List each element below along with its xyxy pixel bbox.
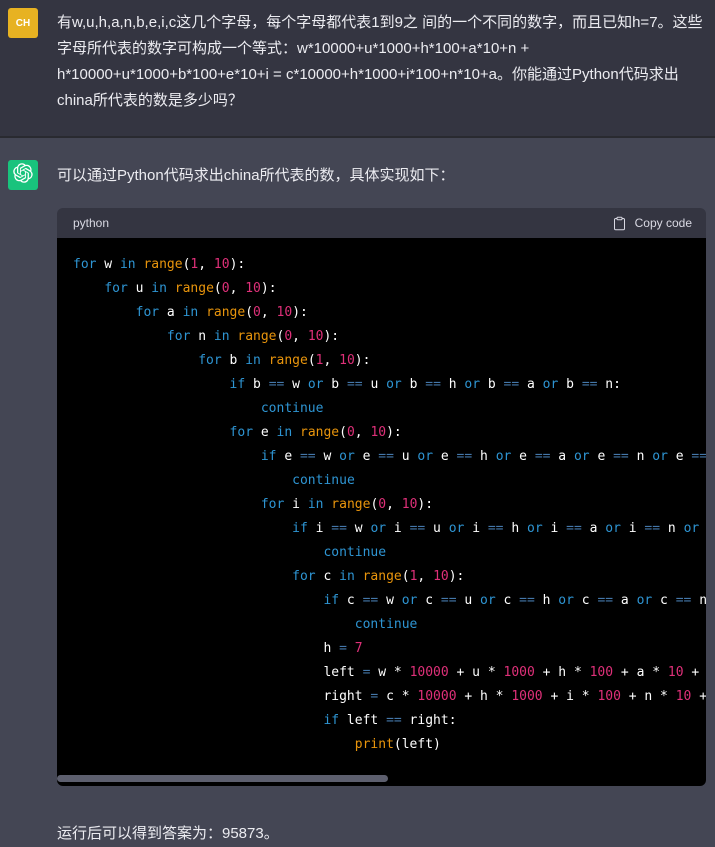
code-line: if c == w or c == u or c == h or c == a …	[323, 593, 706, 608]
code-line: continue	[323, 545, 387, 560]
assistant-outro-text: 运行后可以得到答案为：95873。	[57, 825, 279, 842]
user-avatar-initials: CH	[15, 17, 31, 29]
code-line: for u in range(0, 10):	[104, 281, 277, 296]
user-message-row: CH 有w,u,h,a,n,b,e,i,c这几个字母，每个字母都代表1到9之 间…	[0, 0, 715, 138]
user-message-text: 有w,u,h,a,n,b,e,i,c这几个字母，每个字母都代表1到9之 间的一个…	[57, 14, 703, 109]
code-line: for e in range(0, 10):	[229, 425, 402, 440]
user-avatar: CH	[8, 8, 38, 38]
openai-logo-icon	[13, 163, 33, 187]
code-line: h = 7	[323, 641, 363, 656]
code-line: for i in range(0, 10):	[260, 497, 434, 512]
code-line: continue	[354, 617, 418, 632]
code-block: python Copy code for w in range(1, 10): …	[57, 208, 706, 786]
code-lines: for w in range(1, 10): for u in range(0,…	[73, 253, 706, 757]
horizontal-scrollbar-thumb[interactable]	[57, 775, 388, 782]
clipboard-icon	[612, 216, 627, 231]
assistant-intro-text: 可以通过Python代码求出china所代表的数，具体实现如下：	[57, 167, 455, 184]
code-block-header: python Copy code	[57, 208, 706, 238]
code-line: for b in range(1, 10):	[198, 353, 371, 368]
code-line: left = w * 10000 + u * 1000 + h * 100 + …	[323, 665, 700, 680]
code-line: continue	[260, 401, 324, 416]
code-line: for a in range(0, 10):	[135, 305, 308, 320]
assistant-message-row: 可以通过Python代码求出china所代表的数，具体实现如下： python …	[0, 138, 715, 847]
code-line: for c in range(1, 10):	[292, 569, 465, 584]
code-language-label: python	[73, 216, 110, 230]
code-line: if i == w or i == u or i == h or i == a …	[292, 521, 700, 536]
code-line: print(left)	[354, 737, 441, 752]
code-line: if e == w or e == u or e == h or e == a …	[260, 449, 706, 464]
code-scroll-area[interactable]: for w in range(1, 10): for u in range(0,…	[57, 238, 706, 786]
code-line: if left == right:	[323, 713, 457, 728]
code-line: if b == w or b == u or b == h or b == a …	[229, 377, 621, 392]
copy-code-button[interactable]: Copy code	[612, 216, 692, 231]
code-line: for w in range(1, 10):	[73, 257, 246, 272]
code-line: right = c * 10000 + h * 1000 + i * 100 +…	[323, 689, 706, 704]
code-line: continue	[292, 473, 355, 488]
copy-code-label: Copy code	[634, 216, 692, 230]
assistant-avatar	[8, 160, 38, 190]
code-line: for n in range(0, 10):	[166, 329, 340, 344]
